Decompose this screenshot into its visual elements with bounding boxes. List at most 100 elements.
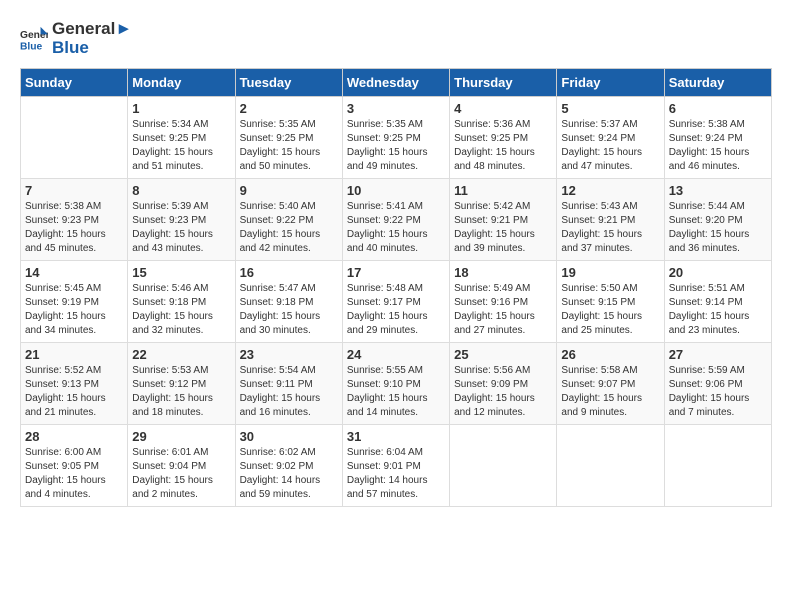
day-number: 13 bbox=[669, 183, 767, 198]
cell-line: Sunset: 9:05 PM bbox=[25, 461, 99, 472]
cell-line: Daylight: 15 hours bbox=[132, 311, 213, 322]
cell-line: Daylight: 15 hours bbox=[347, 147, 428, 158]
cell-line: and 49 minutes. bbox=[347, 161, 418, 172]
cell-content: Sunrise: 5:54 AMSunset: 9:11 PMDaylight:… bbox=[240, 364, 338, 420]
cell-line: and 39 minutes. bbox=[454, 243, 525, 254]
calendar-cell: 27 Sunrise: 5:59 AMSunset: 9:06 PMDayligh… bbox=[664, 343, 771, 425]
calendar-table: SundayMondayTuesdayWednesdayThursdayFrid… bbox=[20, 68, 772, 507]
header-day-sunday: Sunday bbox=[21, 69, 128, 97]
calendar-cell: 4Sunrise: 5:36 AMSunset: 9:25 PMDaylight… bbox=[450, 97, 557, 179]
calendar-cell: 28Sunrise: 6:00 AMSunset: 9:05 PMDayligh… bbox=[21, 425, 128, 507]
cell-line: Sunset: 9:23 PM bbox=[25, 215, 99, 226]
header-day-tuesday: Tuesday bbox=[235, 69, 342, 97]
cell-content: Sunrise: 5:34 AMSunset: 9:25 PMDaylight:… bbox=[132, 118, 230, 174]
cell-content: Sunrise: 5:36 AMSunset: 9:25 PMDaylight:… bbox=[454, 118, 552, 174]
day-number: 8 bbox=[132, 183, 230, 198]
calendar-cell: 30Sunrise: 6:02 AMSunset: 9:02 PMDayligh… bbox=[235, 425, 342, 507]
cell-line: Sunset: 9:06 PM bbox=[669, 379, 743, 390]
calendar-cell: 17Sunrise: 5:48 AMSunset: 9:17 PMDayligh… bbox=[342, 261, 449, 343]
calendar-cell: 20 Sunrise: 5:51 AMSunset: 9:14 PMDayligh… bbox=[664, 261, 771, 343]
cell-line: Daylight: 15 hours bbox=[454, 311, 535, 322]
calendar-cell: 3Sunrise: 5:35 AMSunset: 9:25 PMDaylight… bbox=[342, 97, 449, 179]
cell-line: Sunrise: 5:50 AM bbox=[561, 283, 637, 294]
calendar-cell: 18Sunrise: 5:49 AMSunset: 9:16 PMDayligh… bbox=[450, 261, 557, 343]
cell-line: Sunset: 9:02 PM bbox=[240, 461, 314, 472]
cell-line: and 32 minutes. bbox=[132, 325, 203, 336]
cell-content: Sunrise: 5:45 AMSunset: 9:19 PMDaylight:… bbox=[25, 282, 123, 338]
day-number: 11 bbox=[454, 183, 552, 198]
cell-line: Sunrise: 5:53 AM bbox=[132, 365, 208, 376]
calendar-cell bbox=[450, 425, 557, 507]
day-number: 19 bbox=[561, 265, 659, 280]
cell-line: Daylight: 15 hours bbox=[240, 229, 321, 240]
cell-line: Daylight: 14 hours bbox=[240, 475, 321, 486]
calendar-cell: 24Sunrise: 5:55 AMSunset: 9:10 PMDayligh… bbox=[342, 343, 449, 425]
cell-content: Sunrise: 5:59 AMSunset: 9:06 PMDaylight:… bbox=[669, 364, 767, 420]
cell-line: and 9 minutes. bbox=[561, 407, 627, 418]
logo: General Blue General► Blue bbox=[20, 20, 132, 58]
day-number: 20 bbox=[669, 265, 767, 280]
cell-line: and 46 minutes. bbox=[669, 161, 740, 172]
calendar-cell: 12Sunrise: 5:43 AMSunset: 9:21 PMDayligh… bbox=[557, 179, 664, 261]
calendar-cell: 22Sunrise: 5:53 AMSunset: 9:12 PMDayligh… bbox=[128, 343, 235, 425]
cell-line: Sunset: 9:01 PM bbox=[347, 461, 421, 472]
cell-line: Sunrise: 5:46 AM bbox=[132, 283, 208, 294]
day-number: 5 bbox=[561, 101, 659, 116]
cell-line: Daylight: 15 hours bbox=[669, 393, 750, 404]
cell-line: and 27 minutes. bbox=[454, 325, 525, 336]
cell-line: Daylight: 15 hours bbox=[561, 311, 642, 322]
day-number: 26 bbox=[561, 347, 659, 362]
cell-content: Sunrise: 5:41 AMSunset: 9:22 PMDaylight:… bbox=[347, 200, 445, 256]
cell-line: Sunset: 9:25 PM bbox=[132, 133, 206, 144]
cell-content: Sunrise: 5:38 AMSunset: 9:23 PMDaylight:… bbox=[25, 200, 123, 256]
day-number: 25 bbox=[454, 347, 552, 362]
cell-line: Sunrise: 5:48 AM bbox=[347, 283, 423, 294]
cell-line: Sunrise: 5:55 AM bbox=[347, 365, 423, 376]
calendar-cell: 19 Sunrise: 5:50 AMSunset: 9:15 PMDayligh… bbox=[557, 261, 664, 343]
cell-line: Daylight: 15 hours bbox=[669, 229, 750, 240]
cell-line: Sunset: 9:20 PM bbox=[669, 215, 743, 226]
cell-line: Sunset: 9:10 PM bbox=[347, 379, 421, 390]
day-number: 23 bbox=[240, 347, 338, 362]
cell-content: Sunrise: 5:35 AMSunset: 9:25 PMDaylight:… bbox=[347, 118, 445, 174]
cell-line: Sunset: 9:25 PM bbox=[347, 133, 421, 144]
day-number: 7 bbox=[25, 183, 123, 198]
day-number: 27 bbox=[669, 347, 767, 362]
cell-content: Sunrise: 6:04 AM Sunset: 9:01 PM Daylight:… bbox=[347, 446, 445, 502]
cell-line: and 7 minutes. bbox=[669, 407, 735, 418]
logo-icon: General Blue bbox=[20, 25, 48, 53]
cell-line: Sunrise: 5:42 AM bbox=[454, 201, 530, 212]
cell-line: Sunset: 9:22 PM bbox=[347, 215, 421, 226]
cell-line: Sunset: 9:18 PM bbox=[132, 297, 206, 308]
cell-line: Daylight: 15 hours bbox=[132, 229, 213, 240]
svg-text:Blue: Blue bbox=[20, 41, 43, 52]
cell-line: and 14 minutes. bbox=[347, 407, 418, 418]
cell-line: and 45 minutes. bbox=[25, 243, 96, 254]
cell-line: Daylight: 15 hours bbox=[25, 393, 106, 404]
cell-content: Sunrise: 5:51 AMSunset: 9:14 PMDaylight:… bbox=[669, 282, 767, 338]
cell-line: and 16 minutes. bbox=[240, 407, 311, 418]
cell-line: and 59 minutes. bbox=[240, 489, 311, 500]
cell-line: Sunrise: 5:39 AM bbox=[132, 201, 208, 212]
calendar-cell: 11Sunrise: 5:42 AMSunset: 9:21 PMDayligh… bbox=[450, 179, 557, 261]
cell-line: and 47 minutes. bbox=[561, 161, 632, 172]
cell-line: Sunrise: 5:37 AM bbox=[561, 119, 637, 130]
cell-content: Sunrise: 6:00 AMSunset: 9:05 PMDaylight:… bbox=[25, 446, 123, 502]
cell-line: Sunset: 9:18 PM bbox=[240, 297, 314, 308]
cell-line: Daylight: 15 hours bbox=[25, 229, 106, 240]
cell-line: Daylight: 15 hours bbox=[25, 311, 106, 322]
cell-line: and 57 minutes. bbox=[347, 489, 418, 500]
day-number: 15 bbox=[132, 265, 230, 280]
header-day-friday: Friday bbox=[557, 69, 664, 97]
cell-line: Sunrise: 6:04 AM bbox=[347, 447, 423, 458]
cell-line: and 40 minutes. bbox=[347, 243, 418, 254]
cell-line: and 48 minutes. bbox=[454, 161, 525, 172]
cell-line: and 42 minutes. bbox=[240, 243, 311, 254]
cell-content: Sunrise: 5:39 AM Sunset: 9:23 PM Daylight:… bbox=[132, 200, 230, 256]
cell-content: Sunrise: 5:49 AMSunset: 9:16 PMDaylight:… bbox=[454, 282, 552, 338]
cell-content: Sunrise: 5:50 AMSunset: 9:15 PMDaylight:… bbox=[561, 282, 659, 338]
cell-line: Daylight: 14 hours bbox=[347, 475, 428, 486]
cell-line: Sunset: 9:23 PM bbox=[132, 215, 206, 226]
header-row: SundayMondayTuesdayWednesdayThursdayFrid… bbox=[21, 69, 772, 97]
calendar-cell: 13Sunrise: 5:44 AMSunset: 9:20 PMDayligh… bbox=[664, 179, 771, 261]
